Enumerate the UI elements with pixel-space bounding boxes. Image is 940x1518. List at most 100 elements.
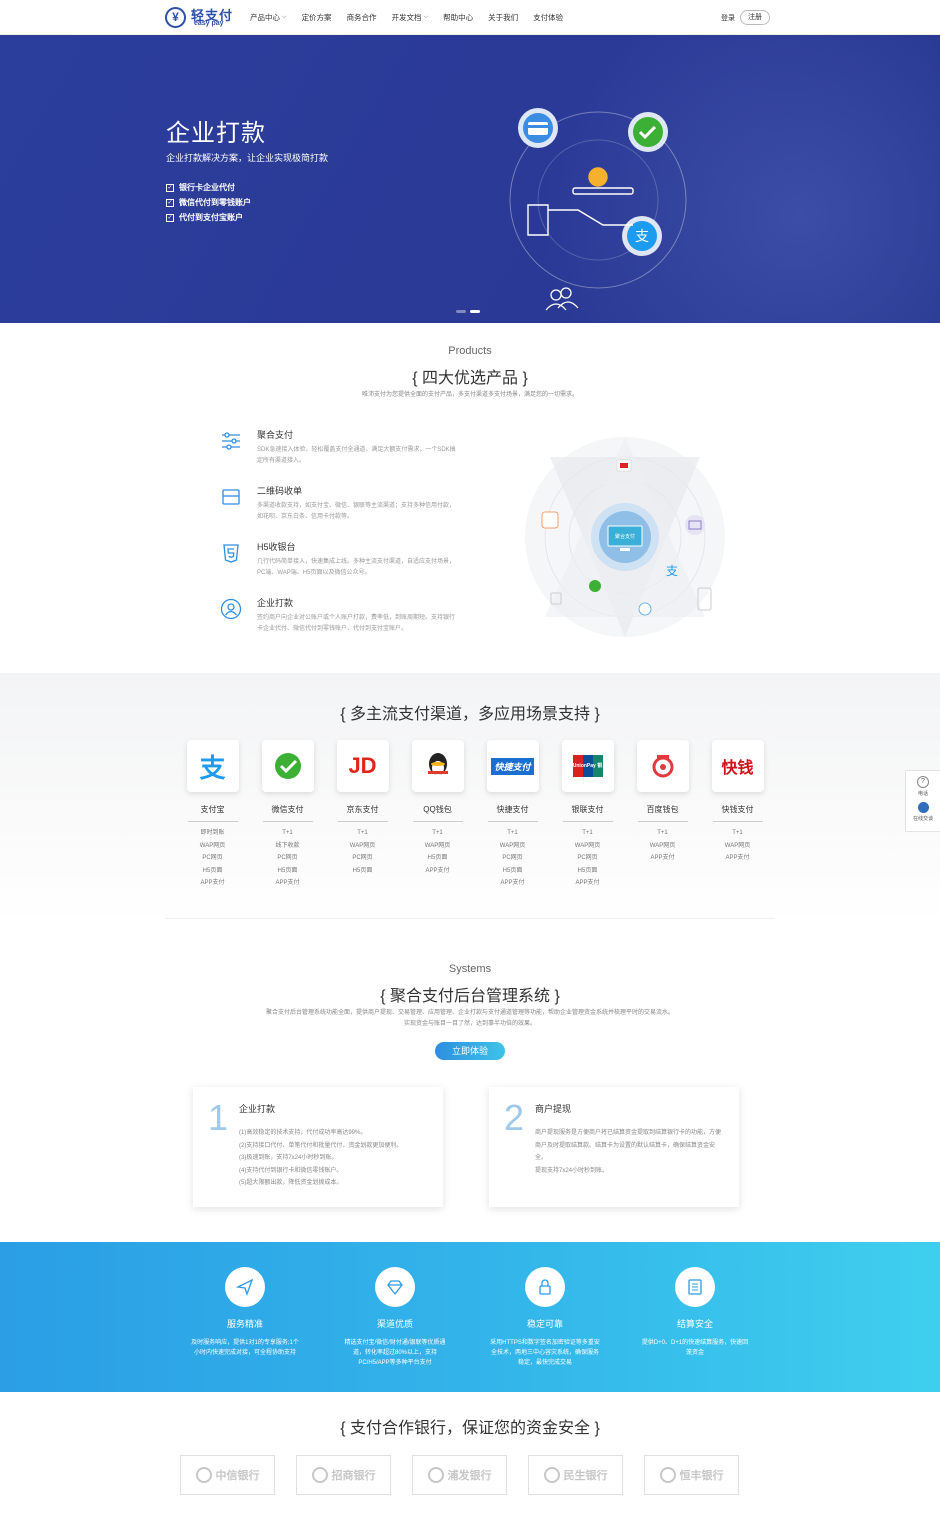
99bill-logo: 快钱 <box>711 740 764 792</box>
chevron-down-icon: ⌵ <box>282 14 287 20</box>
products-section-en: Products <box>448 345 492 357</box>
channel-quickpay[interactable]: 快捷支付 快捷支付 T+1 WAP网页 PC网页 H5页面 APP支付 <box>475 740 550 890</box>
html5-icon <box>223 544 239 563</box>
channel-qq[interactable]: QQ钱包 T+1 WAP网页 H5页面 APP支付 <box>400 740 475 890</box>
carousel-dots <box>456 310 484 313</box>
bank-icon <box>427 1467 444 1483</box>
channels-section-title: { 多主流支付渠道，多应用场景支持 } <box>340 706 600 723</box>
bank-icon <box>659 1467 676 1483</box>
unionpay-logo: UnionPay 银联 <box>561 740 614 792</box>
online-chat-button[interactable]: 在线交谈 <box>906 802 940 822</box>
carousel-dot-active[interactable] <box>470 310 480 313</box>
channel-unionpay[interactable]: UnionPay 银联 银联支付 T+1 WAP网页 PC网页 H5页面 APP… <box>550 740 625 890</box>
products-section-title: { 四大优选产品 } <box>412 370 528 387</box>
bank-list: 中信银行 招商银行 浦发银行 民生银行 恒丰银行 <box>180 1455 760 1495</box>
jd-logo: JD <box>336 740 389 792</box>
product-orbit-diagram: 聚合支付 支 <box>525 437 725 637</box>
systems-section-en: Systems <box>448 963 492 975</box>
hero-subtitle: 企业打款解决方案，让企业实现极简打款 <box>166 153 329 163</box>
products-section-desc: 唯沛支付为您提供全面的支付产品，多支付渠道多支付场景，满足您的一切需求。 <box>361 392 578 398</box>
feature-item: 渠道优质 精选支付宝/微信/财付通/银联等优质通道，转化率超过80%以上，支持P… <box>340 1267 450 1368</box>
site-logo[interactable]: ¥ 轻支付 easy pay <box>165 6 245 30</box>
quickpay-logo: 快捷支付 <box>486 740 539 792</box>
nav-help[interactable]: 帮助中心 <box>443 12 473 23</box>
svg-text:支: 支 <box>635 229 649 245</box>
nav-product-center[interactable]: 产品中心 ⌵ <box>250 12 287 23</box>
bank-logo[interactable]: 民生银行 <box>528 1455 623 1495</box>
paper-plane-icon <box>225 1267 265 1307</box>
ledger-icon <box>675 1267 715 1307</box>
nav-about[interactable]: 关于我们 <box>488 12 518 23</box>
feature-item: 服务精准 及时服务响应，提供1对1的专享服务;1个小时内快速完成对接，可全程协助… <box>190 1267 300 1358</box>
channel-baidu-wallet[interactable]: 百度钱包 T+1 WAP网页 APP支付 <box>625 740 700 890</box>
channel-jd[interactable]: JD 京东支付 T+1 WAP网页 PC网页 H5页面 <box>325 740 400 890</box>
channel-99bill[interactable]: 快钱 快钱支付 T+1 WAP网页 APP支付 <box>700 740 775 890</box>
nav-dev-docs[interactable]: 开发文档 ⌵ <box>392 12 429 23</box>
credit-card-icon <box>518 108 558 148</box>
product-name: 二维码收单 <box>257 486 303 496</box>
bank-icon <box>311 1467 328 1483</box>
diamond-icon <box>375 1267 415 1307</box>
bank-logo[interactable]: 浦发银行 <box>412 1455 507 1495</box>
alipay-icon: 支 <box>622 216 662 256</box>
user-icon <box>220 598 242 620</box>
monitor-icon <box>685 515 705 535</box>
product-desc: 几行代码简单接入，快速集成上线。多种主流支付渠道，自适应支付场景，PC端、WAP… <box>257 559 456 576</box>
sliders-icon <box>222 432 240 450</box>
product-desc: 签约商户向企业对公账户或个人账户打款，费率低，到账周期短。支持银行卡企业代付、微… <box>257 615 456 632</box>
baidu-wallet-logo <box>636 740 689 792</box>
product-name: 聚合支付 <box>257 430 294 440</box>
section-divider <box>165 918 775 919</box>
bank-logo[interactable]: 恒丰银行 <box>644 1455 739 1495</box>
channel-list: 支 支付宝 即时到账 WAP网页 PC网页 H5页面 APP支付 微信支付 T+… <box>175 740 775 890</box>
hero-title: 企业打款 <box>166 120 266 147</box>
hero-feature-item: ✓ 银行卡企业代付 <box>166 183 235 192</box>
banks-section-title: { 支付合作银行，保证您的资金安全 } <box>340 1420 600 1437</box>
floating-contact-widget: ? 电话 在线交谈 <box>905 770 940 832</box>
logo-mark: ¥ <box>165 7 186 28</box>
try-now-button[interactable]: 立即体验 <box>435 1042 505 1060</box>
bank-icon <box>543 1467 560 1483</box>
carousel-dot[interactable] <box>456 310 466 313</box>
nav-business[interactable]: 商务合作 <box>347 12 377 23</box>
feature-item: 稳定可靠 采用HTTPS和数字签名加密验证等多重安全技术，两地三中心容灾系统，确… <box>490 1267 600 1368</box>
nav-pay-demo[interactable]: 支付体验 <box>533 12 563 23</box>
hero-feature-list: ✓ 银行卡企业代付 ✓ 微信代付到零钱账户 ✓ 代付到支付宝账户 <box>166 180 251 225</box>
alipay-logo: 支 <box>186 740 239 792</box>
phone-button[interactable]: ? 电话 <box>906 776 940 797</box>
bank-logo[interactable]: 中信银行 <box>180 1455 275 1495</box>
hero-banner: 企业打款 企业打款解决方案，让企业实现极简打款 ✓ 银行卡企业代付 ✓ 微信代付到零… <box>0 35 940 323</box>
systems-section-desc-2: 实现资金与账目一目了然，达到事半功倍的效果。 <box>403 1021 536 1027</box>
checkbox-icon: ✓ <box>166 183 174 192</box>
product-desc: SDK急速接入体验，轻松覆盖支付全通道，满足大额支付需求，一个SDK搞定所有渠道… <box>257 447 456 464</box>
features-band: 服务精准 及时服务响应，提供1对1的专享服务;1个小时内快速完成对接，可全程协助… <box>0 1242 940 1392</box>
service-avatar-icon <box>917 802 929 813</box>
feature-item: 结算安全 提供D+0、D+1的快速结算服务，快速回笼资金 <box>640 1267 750 1358</box>
login-link[interactable]: 登录 <box>721 13 735 23</box>
chevron-down-icon: ⌵ <box>423 14 429 20</box>
systems-section-title: { 聚合支付后台管理系统 } <box>380 988 560 1005</box>
main-nav: 产品中心 ⌵ 定价方案 商务合作 开发文档 ⌵ 帮助中心 关于我们 支付体验 <box>250 0 578 35</box>
bank-logo[interactable]: 招商银行 <box>296 1455 391 1495</box>
cloud-icon <box>638 602 652 616</box>
product-name: 企业打款 <box>257 598 294 608</box>
alipay-small-icon: 支 <box>666 564 678 578</box>
register-button[interactable]: 注册 <box>740 10 770 25</box>
lock-icon <box>525 1267 565 1307</box>
logo-text-en: easy pay <box>194 20 224 27</box>
channel-alipay[interactable]: 支 支付宝 即时到账 WAP网页 PC网页 H5页面 APP支付 <box>175 740 250 890</box>
wechat-small-icon <box>589 580 601 592</box>
checkbox-icon: ✓ <box>166 198 174 207</box>
top-navbar: ¥ 轻支付 easy pay 产品中心 ⌵ 定价方案 商务合作 开发文档 ⌵ 帮助中… <box>0 0 940 35</box>
hero-illustration: 支 <box>509 108 687 311</box>
question-icon: ? <box>917 776 929 788</box>
wechat-logo <box>261 740 314 792</box>
users-icon <box>545 287 579 311</box>
channel-wechat[interactable]: 微信支付 T+1 线下收款 PC网页 H5页面 APP支付 <box>250 740 325 890</box>
qq-logo <box>411 740 464 792</box>
hero-feature-item: ✓ 微信代付到零钱账户 <box>166 198 251 207</box>
page: ¥ 轻支付 easy pay 产品中心 ⌵ 定价方案 商务合作 开发文档 ⌵ 帮助中… <box>0 0 940 1518</box>
nav-pricing[interactable]: 定价方案 <box>302 12 332 23</box>
product-desc: 多渠道收款支持，如支付宝、微信、银联等主流渠道；支持多种信用付款，如花呗、京东白… <box>257 503 456 520</box>
calculator-icon <box>541 511 559 529</box>
